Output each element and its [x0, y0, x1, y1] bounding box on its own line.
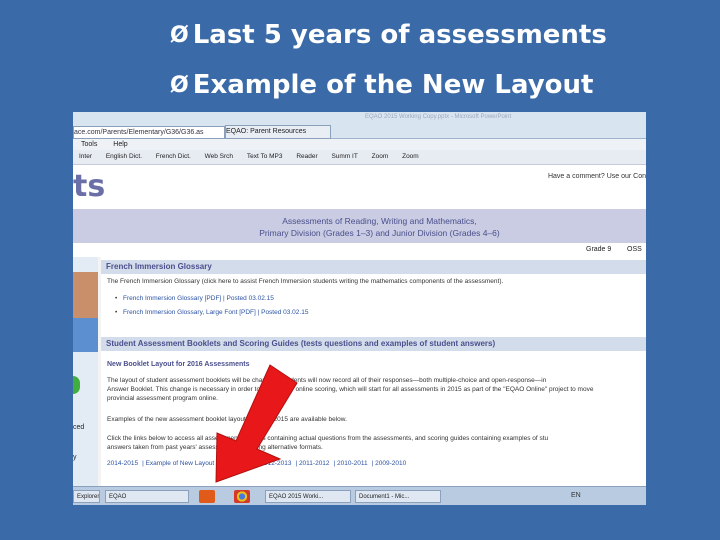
- red-arrow-icon: [215, 364, 298, 483]
- red-arrow-shape: [215, 364, 298, 483]
